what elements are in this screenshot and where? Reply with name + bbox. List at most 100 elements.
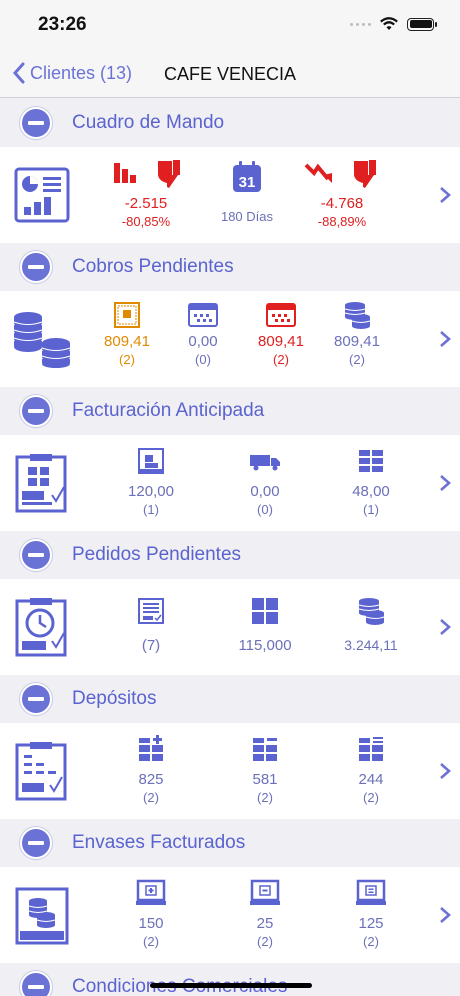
metric-value: 125 [358, 915, 384, 932]
collapse-button[interactable] [20, 539, 52, 571]
metric-advance-invoiced: 120,00 (1) [106, 447, 196, 517]
chevron-right-icon[interactable] [438, 903, 452, 927]
metric-value: 115,000 [238, 637, 292, 654]
grid-squares-icon [252, 598, 278, 624]
metric-count: (2) [349, 352, 365, 367]
metric-count: (2) [363, 934, 379, 949]
metric-sales-trend: -4.768 -88,89% [292, 157, 392, 229]
metric-orders-count: (7) [106, 597, 196, 654]
metric-value: 150 [138, 915, 164, 932]
boxes-minus-icon [253, 738, 277, 761]
boxes-equal-icon [359, 737, 383, 761]
section-row-cobros-pendientes[interactable]: 809,41 (2) 0,00 (0) 809,41 (2) 809,41 (2… [0, 291, 460, 387]
metric-value: 825 [138, 771, 164, 788]
metric-days: 180 Días [220, 209, 274, 224]
chevron-right-icon[interactable] [438, 615, 452, 639]
metric-orders-units: 115,000 [220, 597, 310, 654]
back-label: Clientes (13) [30, 62, 133, 83]
section-row-cuadro-de-mando[interactable]: -2.515 -80,85% 31 180 Días -4.768 -88,89… [0, 147, 460, 243]
status-time: 23:26 [38, 14, 87, 35]
section-header-condiciones-comerciales[interactable]: Condiciones Comerciales [0, 963, 460, 996]
metric-value: 3.244,11 [344, 637, 398, 653]
chevron-right-icon[interactable] [438, 471, 452, 495]
calendar-grid-icon [188, 303, 218, 327]
section-title: Facturación Anticipada [72, 400, 265, 421]
metric-value: 809,41 [334, 333, 380, 350]
section-title: Pedidos Pendientes [72, 544, 242, 565]
section-header-depositos[interactable]: Depósitos [0, 675, 460, 723]
metric-deposit-out: 581 (2) [220, 735, 310, 805]
metric-count: (2) [143, 934, 159, 949]
section-header-cuadro-de-mando[interactable]: Cuadro de Mando [0, 99, 460, 147]
coins-icon [358, 598, 385, 625]
back-button[interactable]: Clientes (13) [12, 62, 132, 84]
metric-value: 244 [358, 771, 384, 788]
invoice-orange-icon [114, 302, 140, 328]
stack-boxes-icon [359, 450, 383, 472]
section-row-pedidos-pendientes[interactable]: (7) 115,000 3.244,11 [0, 579, 460, 675]
container-invoice-icon [15, 887, 69, 945]
collapse-button[interactable] [20, 827, 52, 859]
metric-value: 120,00 [128, 483, 174, 500]
collapse-button[interactable] [20, 395, 52, 427]
boxes-plus-icon [139, 735, 163, 761]
section-header-cobros-pendientes[interactable]: Cobros Pendientes [0, 243, 460, 291]
collapse-button[interactable] [20, 107, 52, 139]
monitor-equal-icon [356, 879, 386, 905]
metric-value: -2.515 [124, 195, 168, 212]
section-header-envases-facturados[interactable]: Envases Facturados [0, 819, 460, 867]
collapse-button[interactable] [20, 251, 52, 283]
metric-count: (1) [363, 502, 379, 517]
bar-chart-down-icon [114, 160, 180, 188]
section-row-facturacion-anticipada[interactable]: 120,00 (1) 0,00 (0) 48,00 (1) [0, 435, 460, 531]
monitor-plus-icon [136, 879, 166, 905]
metric-value: (7) [141, 637, 161, 654]
metric-value: 581 [252, 771, 278, 788]
metric-orders-amount: 3.244,11 [326, 597, 416, 653]
navigation-bar: Clientes (13) CAFE VENECIA [0, 50, 460, 98]
collapse-button[interactable] [20, 971, 52, 996]
clipboard-clock-icon [15, 598, 67, 657]
metric-count: (0) [257, 502, 273, 517]
dashboard-list: Cuadro de Mando -2.515 -80,85% 31 180 Dí… [0, 99, 460, 996]
status-bar: 23:26 [0, 0, 460, 50]
section-row-depositos[interactable]: 825 (2) 581 (2) 244 (2) [0, 723, 460, 819]
section-title: Envases Facturados [72, 832, 246, 853]
metric-count: (0) [195, 352, 211, 367]
metric-deposit-in: 825 (2) [106, 735, 196, 805]
metric-containers-out: 150 (2) [106, 879, 196, 949]
metric-value: -4.768 [320, 195, 364, 212]
metric-percent: -88,89% [317, 214, 367, 229]
trend-down-icon [304, 160, 376, 188]
metric-count: (2) [143, 790, 159, 805]
metric-value: 0,00 [250, 483, 280, 500]
chevron-right-icon[interactable] [438, 759, 452, 783]
clipboard-deposit-icon [15, 742, 67, 801]
home-indicator[interactable] [150, 983, 312, 988]
metric-percent: -80,85% [121, 214, 171, 229]
coins-stack-large-icon [13, 312, 71, 368]
battery-icon [407, 17, 437, 31]
section-row-envases-facturados[interactable]: 150 (2) 25 (2) 125 (2) [0, 867, 460, 963]
coins-stack-icon [344, 302, 371, 329]
monitor-minus-icon [250, 879, 280, 905]
chevron-left-icon [12, 62, 25, 84]
chevron-right-icon[interactable] [438, 183, 452, 207]
metric-value: 48,00 [352, 483, 390, 500]
truck-icon [250, 455, 280, 471]
calendar-red-icon [266, 303, 296, 327]
status-icons [350, 17, 437, 31]
metric-due-upcoming: 0,00 (0) [158, 301, 248, 367]
metric-advance-pending: 48,00 (1) [326, 447, 416, 517]
box-document-icon [138, 448, 164, 474]
metric-advance-delivered: 0,00 (0) [220, 453, 310, 517]
metric-containers-returned: 25 (2) [220, 879, 310, 949]
chevron-right-icon[interactable] [438, 327, 452, 351]
metric-count: (2) [363, 790, 379, 805]
metric-result-trend: -2.515 -80,85% [96, 157, 196, 229]
section-header-pedidos-pendientes[interactable]: Pedidos Pendientes [0, 531, 460, 579]
metric-total-pending: 809,41 (2) [312, 301, 402, 367]
collapse-button[interactable] [20, 683, 52, 715]
metric-count: (1) [143, 502, 159, 517]
section-header-facturacion-anticipada[interactable]: Facturación Anticipada [0, 387, 460, 435]
